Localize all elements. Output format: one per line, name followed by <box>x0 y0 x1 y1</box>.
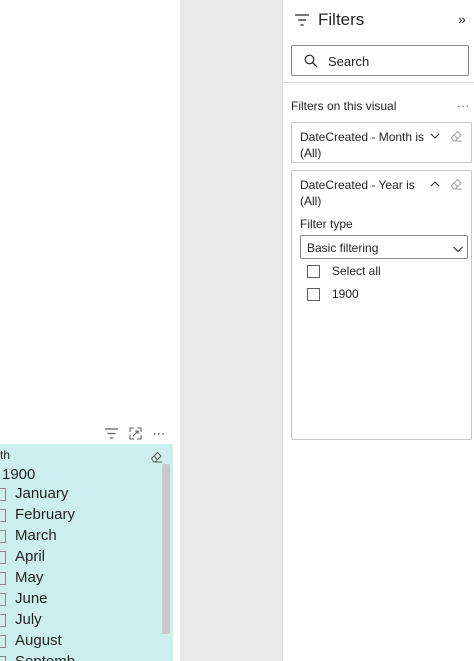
checkbox[interactable] <box>0 572 6 585</box>
checkbox[interactable] <box>0 593 6 606</box>
chevron-up-icon[interactable] <box>429 177 441 189</box>
checkbox[interactable] <box>0 635 6 648</box>
checkbox[interactable] <box>0 509 6 522</box>
filter-card-title[interactable]: DateCreated - Month is (All) <box>300 129 430 161</box>
filter-type-label: Filter type <box>300 217 353 231</box>
month-slicer: th 1900 January February March April May… <box>0 444 173 661</box>
more-options-icon[interactable]: ⋯ <box>151 425 167 441</box>
search-icon <box>304 54 318 68</box>
report-canvas: ⋯ th 1900 January February March April M… <box>0 0 180 661</box>
eraser-icon[interactable] <box>450 129 463 142</box>
filter-type-value: Basic filtering <box>307 241 379 255</box>
filter-card-year[interactable]: DateCreated - Year is (All) Filter type … <box>291 170 472 440</box>
checkbox[interactable] <box>0 656 6 661</box>
divider <box>283 82 474 83</box>
section-label: Filters on this visual <box>291 99 397 113</box>
eraser-icon[interactable] <box>150 450 163 463</box>
filter-icon[interactable] <box>103 425 119 441</box>
chevron-down-icon[interactable] <box>429 129 441 141</box>
slicer-scrollbar[interactable] <box>162 464 170 634</box>
pane-title: Filters <box>318 10 365 29</box>
checkbox[interactable] <box>0 614 6 627</box>
more-options-icon[interactable]: ... <box>457 96 470 110</box>
option-label: 1900 <box>332 287 359 301</box>
slicer-title: th <box>0 448 11 462</box>
eraser-icon[interactable] <box>450 177 463 190</box>
collapse-pane-icon[interactable]: » <box>458 11 466 27</box>
option-label: Select all <box>332 264 381 278</box>
filter-type-dropdown[interactable]: Basic filtering <box>300 235 468 259</box>
canvas-gutter <box>180 0 282 661</box>
filter-card-title[interactable]: DateCreated - Year is (All) <box>300 177 430 209</box>
chevron-down-icon <box>452 242 464 254</box>
search-box[interactable] <box>291 45 469 76</box>
year-1900-checkbox[interactable] <box>307 288 320 301</box>
filters-icon <box>295 13 309 26</box>
visual-header: ⋯ <box>0 422 174 444</box>
checkbox[interactable] <box>0 551 6 564</box>
checkbox[interactable] <box>0 488 6 501</box>
select-all-checkbox[interactable] <box>307 265 320 278</box>
checkbox[interactable] <box>0 530 6 543</box>
filters-pane-header: Filters » <box>283 0 474 40</box>
filter-card-month[interactable]: DateCreated - Month is (All) <box>291 122 472 163</box>
filters-pane: Filters » Filters on this visual ... Dat… <box>282 0 474 661</box>
slicer-year-item[interactable]: 1900 <box>2 466 35 483</box>
focus-mode-icon[interactable] <box>127 425 143 441</box>
search-input[interactable] <box>328 51 462 71</box>
